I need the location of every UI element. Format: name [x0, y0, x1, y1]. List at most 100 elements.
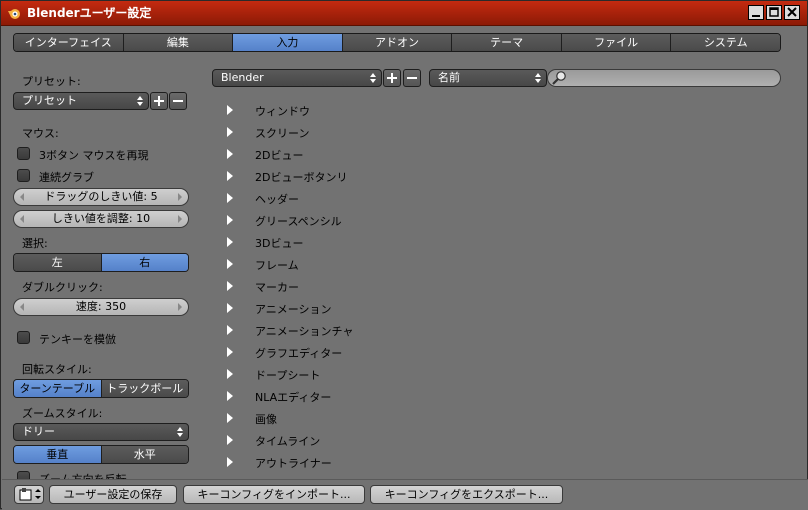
minus-icon — [407, 77, 417, 79]
tab-editing[interactable]: 編集 — [123, 34, 234, 51]
increment-arrow-icon[interactable] — [178, 193, 182, 201]
keymap-item-label: 2Dビュー — [255, 149, 304, 162]
keymap-item[interactable]: NLAエディター — [222, 387, 522, 405]
close-button[interactable] — [784, 5, 800, 20]
increment-arrow-icon[interactable] — [178, 303, 182, 311]
emulate-numpad-label: テンキーを模倣 — [39, 333, 116, 346]
keymap-search-input[interactable] — [547, 69, 781, 87]
disclosure-triangle-icon[interactable] — [227, 325, 233, 335]
invert-zoom-label: ズーム方向を反転 — [39, 471, 127, 479]
keymap-item-label: スクリーン — [255, 127, 310, 140]
tab-interface[interactable]: インターフェイス — [14, 34, 124, 51]
minimize-button[interactable] — [748, 5, 764, 20]
keymap-item[interactable]: グラフエディター — [222, 343, 522, 361]
disclosure-triangle-icon[interactable] — [227, 369, 233, 379]
remove-preset-button[interactable] — [169, 92, 187, 110]
keymap-item[interactable]: ドープシート — [222, 365, 522, 383]
continuous-grab-checkbox[interactable] — [17, 169, 30, 182]
search-icon — [552, 71, 566, 85]
decrement-arrow-icon[interactable] — [20, 193, 24, 201]
emulate-3button-checkbox[interactable] — [17, 147, 30, 160]
keymap-item[interactable]: 2Dビューボタンリ — [222, 167, 522, 185]
keymap-item[interactable]: 3Dビュー — [222, 233, 522, 251]
increment-arrow-icon[interactable] — [178, 215, 182, 223]
keymap-item[interactable]: 2Dビュー — [222, 145, 522, 163]
export-keyconfig-button[interactable]: キーコンフィグをエクスポート... — [370, 485, 563, 504]
keymap-item-label: ウィンドウ — [255, 105, 310, 118]
keymap-item-label: 画像 — [255, 413, 277, 426]
keymap-item[interactable]: マーカー — [222, 277, 522, 295]
keymap-item[interactable]: 画像 — [222, 409, 522, 427]
save-user-settings-button[interactable]: ユーザー設定の保存 — [49, 485, 177, 504]
plus-icon — [387, 73, 397, 83]
minimize-icon — [752, 15, 760, 17]
select-label: 選択: — [22, 237, 48, 250]
zoom-axis-toggle: 垂直 水平 — [13, 445, 189, 464]
tab-input[interactable]: 入力 — [233, 34, 343, 51]
disclosure-triangle-icon[interactable] — [227, 413, 233, 423]
search-mode-dropdown[interactable]: 名前 — [429, 69, 547, 87]
keymap-item[interactable]: ヘッダー — [222, 189, 522, 207]
title-bar[interactable]: Blenderユーザー設定 — [1, 1, 807, 26]
keymap-preset-dropdown[interactable]: Blender — [212, 69, 382, 87]
remove-keymap-preset-button[interactable] — [403, 69, 421, 87]
disclosure-triangle-icon[interactable] — [227, 259, 233, 269]
continuous-grab-label: 連続グラブ — [39, 171, 94, 184]
select-right-button[interactable]: 右 — [101, 254, 188, 271]
keymap-item[interactable]: グリースペンシル — [222, 211, 522, 229]
double-click-speed-value: 速度: 350 — [75, 300, 127, 313]
keymap-item[interactable]: アウトライナー — [222, 453, 522, 471]
keymap-item[interactable]: アニメーションチャ — [222, 321, 522, 339]
tab-system[interactable]: システム — [671, 34, 780, 51]
emulate-numpad-checkbox[interactable] — [17, 331, 30, 344]
disclosure-triangle-icon[interactable] — [227, 303, 233, 313]
zoom-style-dropdown[interactable]: ドリー — [13, 423, 189, 441]
turntable-button[interactable]: ターンテーブル — [14, 380, 102, 397]
tab-themes[interactable]: テーマ — [452, 34, 562, 51]
preset-label: プリセット: — [22, 75, 81, 88]
tab-file[interactable]: ファイル — [561, 34, 672, 51]
keymap-item[interactable]: スクリーン — [222, 123, 522, 141]
keymap-item[interactable]: ウィンドウ — [222, 101, 522, 119]
mouse-label: マウス: — [22, 127, 59, 140]
tab-addons[interactable]: アドオン — [342, 34, 453, 51]
maximize-button[interactable] — [766, 5, 782, 20]
disclosure-triangle-icon[interactable] — [227, 391, 233, 401]
keymap-item-label: グラフエディター — [255, 347, 343, 360]
disclosure-triangle-icon[interactable] — [227, 149, 233, 159]
disclosure-triangle-icon[interactable] — [227, 193, 233, 203]
keymap-item[interactable]: アニメーション — [222, 299, 522, 317]
trackball-button[interactable]: トラックボール — [101, 380, 188, 397]
decrement-arrow-icon[interactable] — [20, 303, 24, 311]
vertical-button[interactable]: 垂直 — [14, 446, 102, 463]
double-click-label: ダブルクリック: — [22, 281, 103, 294]
disclosure-triangle-icon[interactable] — [227, 105, 233, 115]
select-left-button[interactable]: 左 — [14, 254, 102, 271]
disclosure-triangle-icon[interactable] — [227, 435, 233, 445]
close-icon — [787, 7, 797, 17]
decrement-arrow-icon[interactable] — [20, 215, 24, 223]
editor-type-button[interactable] — [14, 485, 44, 504]
add-preset-button[interactable] — [150, 92, 168, 110]
disclosure-triangle-icon[interactable] — [227, 457, 233, 467]
add-keymap-preset-button[interactable] — [383, 69, 401, 87]
disclosure-triangle-icon[interactable] — [227, 215, 233, 225]
disclosure-triangle-icon[interactable] — [227, 171, 233, 181]
import-keyconfig-button[interactable]: キーコンフィグをインポート... — [183, 485, 365, 504]
keymap-item[interactable]: タイムライン — [222, 431, 522, 449]
disclosure-triangle-icon[interactable] — [227, 347, 233, 357]
updown-arrow-icon — [137, 96, 143, 106]
disclosure-triangle-icon[interactable] — [227, 237, 233, 247]
zoom-style-label: ズームスタイル: — [22, 407, 103, 420]
double-click-speed-field[interactable]: 速度: 350 — [13, 298, 189, 316]
disclosure-triangle-icon[interactable] — [227, 281, 233, 291]
drag-threshold-field[interactable]: ドラッグのしきい値: 5 — [13, 188, 189, 206]
preset-dropdown[interactable]: プリセット — [13, 92, 149, 110]
disclosure-triangle-icon[interactable] — [227, 127, 233, 137]
tweak-threshold-field[interactable]: しきい値を調整: 10 — [13, 210, 189, 228]
updown-arrow-icon — [535, 73, 541, 83]
window-title: Blenderユーザー設定 — [27, 6, 152, 20]
keymap-item[interactable]: フレーム — [222, 255, 522, 273]
invert-zoom-checkbox[interactable] — [17, 471, 30, 479]
horizontal-button[interactable]: 水平 — [101, 446, 188, 463]
